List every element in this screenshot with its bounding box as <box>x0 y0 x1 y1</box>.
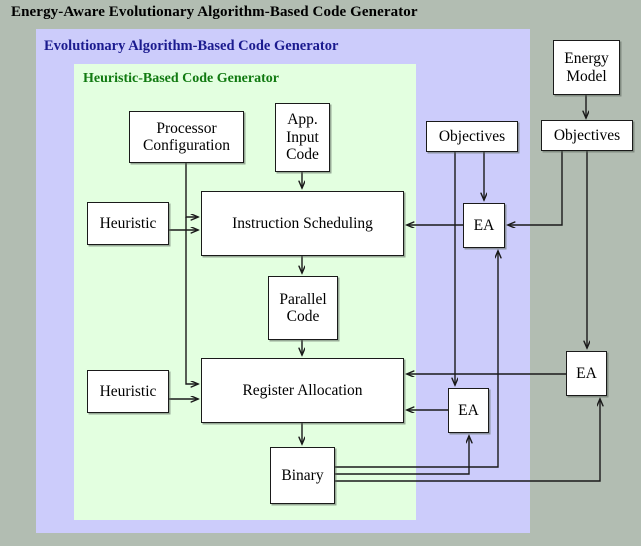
node-label: Binary <box>281 466 324 484</box>
node-label: EA <box>473 216 495 234</box>
node-label: EA <box>576 364 597 382</box>
node-energy-model[interactable]: Energy Model <box>553 40 620 95</box>
edge-procconfig-register <box>185 217 198 384</box>
edge-binary-earegister <box>335 436 469 475</box>
node-label: Energy Model <box>564 50 609 85</box>
node-ea-scheduling[interactable]: EA <box>463 203 505 248</box>
node-parallel-code[interactable]: Parallel Code <box>268 276 338 340</box>
node-binary[interactable]: Binary <box>270 447 335 504</box>
node-label: EA <box>458 401 479 419</box>
node-label: Heuristic <box>99 214 157 232</box>
node-heuristic-top[interactable]: Heuristic <box>87 202 169 245</box>
node-label: Objectives <box>553 126 621 144</box>
diagram-canvas: Energy-Aware Evolutionary Algorithm-Base… <box>0 0 641 546</box>
node-instruction-scheduling[interactable]: Instruction Scheduling <box>201 191 404 256</box>
edge-objectivesouter-eascheduling <box>508 151 563 225</box>
node-label: App. Input Code <box>286 111 319 164</box>
edge-procconfig-scheduling <box>185 163 198 217</box>
node-label: Processor Configuration <box>143 119 230 154</box>
node-label: Objectives <box>438 127 506 145</box>
node-processor-configuration[interactable]: Processor Configuration <box>129 111 244 163</box>
node-label: Parallel Code <box>279 290 327 325</box>
node-ea-energy[interactable]: EA <box>566 351 607 396</box>
node-app-input-code[interactable]: App. Input Code <box>275 103 330 172</box>
node-register-allocation[interactable]: Register Allocation <box>201 358 404 423</box>
node-ea-register[interactable]: EA <box>448 388 489 433</box>
node-label: Instruction Scheduling <box>232 214 373 232</box>
node-label: Heuristic <box>99 382 157 400</box>
node-objectives-outer[interactable]: Objectives <box>541 120 633 151</box>
node-objectives-inner[interactable]: Objectives <box>426 121 518 152</box>
node-heuristic-bottom[interactable]: Heuristic <box>87 370 169 413</box>
node-label: Register Allocation <box>242 381 363 399</box>
